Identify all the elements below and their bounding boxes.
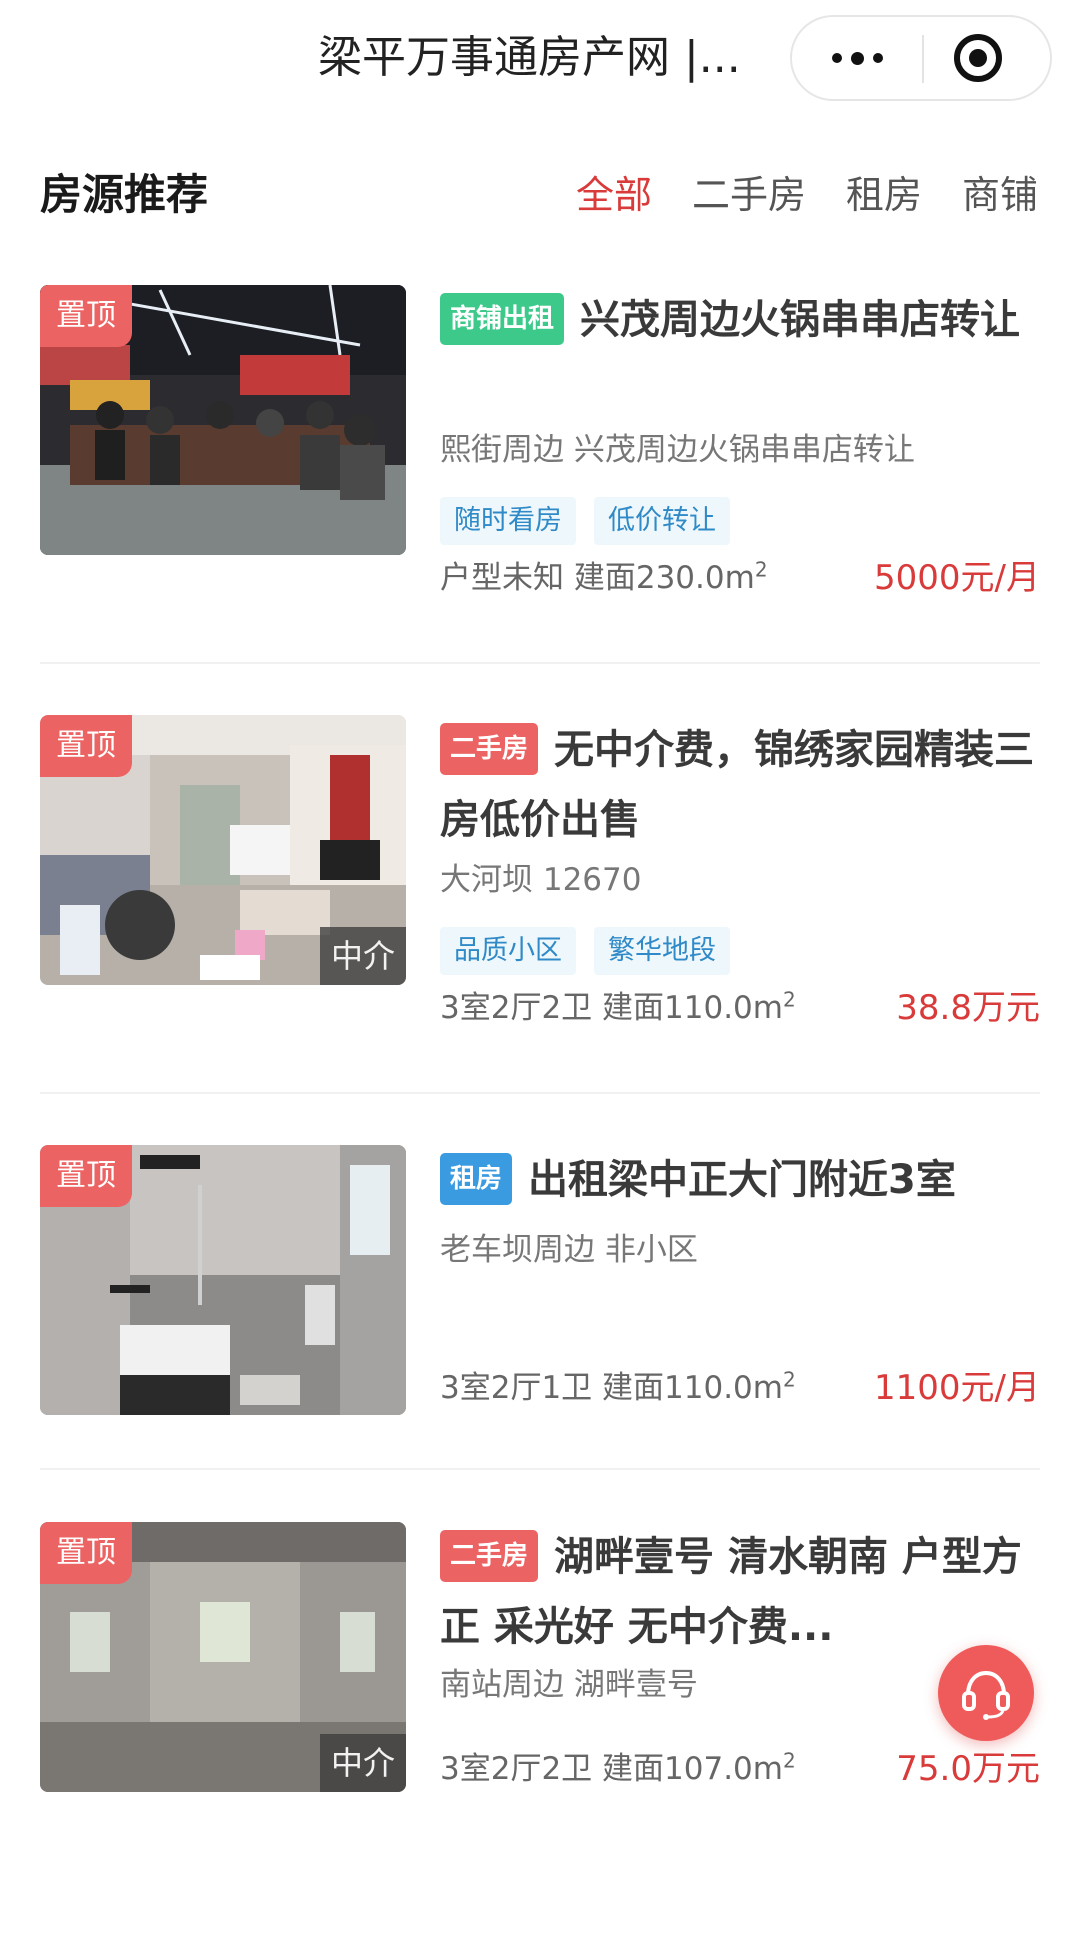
tab-shops[interactable]: 商铺 <box>962 165 1038 225</box>
listing-price: 5000元/月 <box>874 558 1040 598</box>
listing-location: 大河坝 12670 <box>440 862 642 898</box>
feature-tags: 品质小区 繁华地段 <box>440 927 748 975</box>
feature-tag: 随时看房 <box>440 497 576 545</box>
divider <box>40 1092 1040 1094</box>
category-tabs: 全部 二手房 租房 商铺 <box>576 165 1038 225</box>
listing-photo[interactable]: 置顶 中介 <box>40 1522 406 1792</box>
headset-icon <box>962 1670 1010 1720</box>
tab-second-hand[interactable]: 二手房 <box>692 165 806 225</box>
pinned-badge: 置顶 <box>40 1145 132 1207</box>
listing-specs: 3室2厅2卫 建面110.0m2 <box>440 987 796 1026</box>
listing-specs: 户型未知 建面230.0m2 <box>440 557 768 596</box>
agency-badge: 中介 <box>320 927 406 985</box>
pinned-badge: 置顶 <box>40 285 132 347</box>
listing-title-block[interactable]: 商铺出租 兴茂周边火锅串串店转让 <box>440 285 1040 425</box>
listing-card[interactable]: 置顶 租房 出租梁中正大门附近3室 老车坝周边 非小区 3室2厅1卫 建面110.… <box>0 1145 1080 1575</box>
listing-photo[interactable]: 置顶 中介 <box>40 715 406 985</box>
mini-program-capsule <box>790 15 1052 101</box>
feature-tag: 低价转让 <box>594 497 730 545</box>
app-title: 梁平万事通房产网 |... <box>318 32 741 83</box>
divider <box>40 662 1040 664</box>
category-tag: 二手房 <box>440 1530 539 1582</box>
listing-price: 75.0万元 <box>896 1749 1040 1789</box>
listing-card[interactable]: 置顶 中介 二手房 无中介费，锦绣家园精装三房低价出售 大河坝 12670 品质小… <box>0 715 1080 1145</box>
more-dots-icon[interactable] <box>792 17 922 99</box>
listing-title-block[interactable]: 租房 出租梁中正大门附近3室 <box>440 1145 1040 1215</box>
capsule-divider <box>922 35 924 83</box>
listing-title-block[interactable]: 二手房 湖畔壹号 清水朝南 户型方正 采光好 无中介费... <box>440 1522 1040 1662</box>
category-tag: 商铺出租 <box>440 293 565 345</box>
listing-location: 老车坝周边 非小区 <box>440 1232 698 1268</box>
agency-badge: 中介 <box>320 1734 406 1792</box>
listing-title: 兴茂周边火锅串串店转让 <box>580 297 1021 343</box>
listing-card[interactable]: 置顶 中介 二手房 湖畔壹号 清水朝南 户型方正 采光好 无中介费... 南站周边… <box>0 1522 1080 1952</box>
tab-rental[interactable]: 租房 <box>846 165 922 225</box>
category-tag: 租房 <box>440 1153 513 1205</box>
feature-tag: 繁华地段 <box>594 927 730 975</box>
feature-tag: 品质小区 <box>440 927 576 975</box>
divider <box>40 1468 1040 1470</box>
listing-title-block[interactable]: 二手房 无中介费，锦绣家园精装三房低价出售 <box>440 715 1040 855</box>
listing-info: 租房 出租梁中正大门附近3室 老车坝周边 非小区 3室2厅1卫 建面110.0m2… <box>440 1145 1040 1465</box>
listing-price: 38.8万元 <box>896 988 1040 1028</box>
tab-all[interactable]: 全部 <box>576 165 652 225</box>
customer-service-button[interactable] <box>938 1645 1034 1741</box>
listing-location: 熙街周边 兴茂周边火锅串串店转让 <box>440 432 915 468</box>
listing-photo[interactable]: 置顶 <box>40 285 406 555</box>
close-target-icon[interactable] <box>954 34 1002 82</box>
listing-card[interactable]: 置顶 商铺出租 兴茂周边火锅串串店转让 熙街周边 兴茂周边火锅串串店转让 随时看房… <box>0 285 1080 715</box>
top-bar: 梁平万事通房产网 |... <box>0 0 1080 120</box>
pinned-badge: 置顶 <box>40 1522 132 1584</box>
pinned-badge: 置顶 <box>40 715 132 777</box>
section-title: 房源推荐 <box>40 170 209 219</box>
listing-info: 二手房 无中介费，锦绣家园精装三房低价出售 大河坝 12670 品质小区 繁华地段… <box>440 715 1040 1035</box>
listing-price: 1100元/月 <box>874 1368 1040 1408</box>
listing-info: 商铺出租 兴茂周边火锅串串店转让 熙街周边 兴茂周边火锅串串店转让 随时看房 低价… <box>440 285 1040 605</box>
category-tag: 二手房 <box>440 723 539 775</box>
feature-tags: 随时看房 低价转让 <box>440 497 748 545</box>
listing-specs: 3室2厅1卫 建面110.0m2 <box>440 1367 796 1406</box>
listing-photo[interactable]: 置顶 <box>40 1145 406 1415</box>
listing-title: 出租梁中正大门附近3室 <box>528 1157 956 1203</box>
listing-specs: 3室2厅2卫 建面107.0m2 <box>440 1748 796 1787</box>
